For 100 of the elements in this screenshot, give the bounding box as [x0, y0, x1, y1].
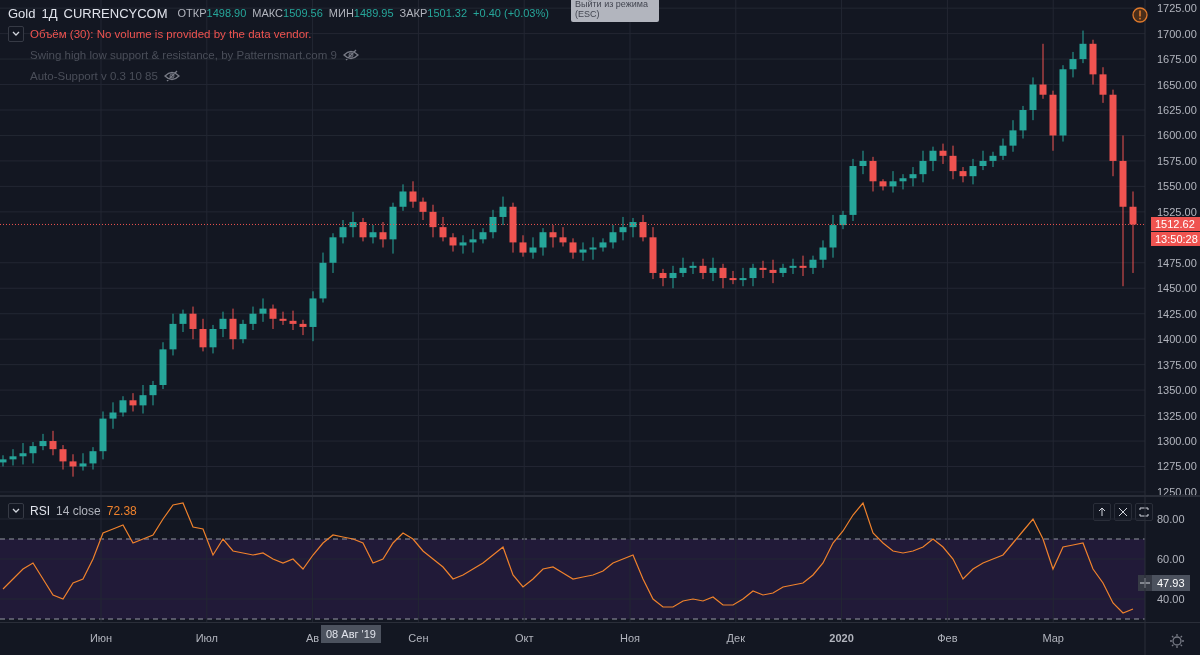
candle	[509, 202, 517, 254]
candle	[169, 313, 177, 356]
candle	[149, 380, 157, 406]
candle	[159, 341, 167, 390]
candle	[819, 239, 827, 269]
candle	[119, 395, 127, 418]
candle	[799, 255, 807, 277]
eye-crossed-icon[interactable]	[342, 49, 359, 61]
ohlc-label: МИН	[328, 7, 354, 19]
candle	[309, 290, 317, 342]
chevron-down-icon[interactable]	[12, 31, 20, 37]
candle	[59, 444, 67, 471]
candle	[1019, 105, 1027, 139]
candle	[769, 259, 777, 284]
axis-label: 1525.00	[1157, 205, 1197, 218]
candle	[129, 392, 137, 412]
countdown-label: 13:50:28	[1151, 232, 1200, 247]
candle	[39, 433, 47, 451]
candle	[379, 221, 387, 248]
candle	[239, 319, 247, 344]
rsi-name: RSI	[30, 504, 50, 518]
candle	[289, 310, 297, 331]
candle	[729, 270, 737, 285]
candle	[389, 202, 397, 255]
ohlc-label: МАКС	[252, 7, 284, 19]
candle	[9, 448, 17, 466]
ohlc-value: 1489.95	[353, 7, 394, 19]
candle	[79, 452, 87, 472]
settings-icon[interactable]	[1169, 633, 1185, 649]
ohlc-value: 1509.56	[283, 7, 323, 19]
candle	[619, 216, 627, 241]
axis-label: 1300.00	[1157, 435, 1197, 447]
candle	[209, 324, 217, 354]
candle	[259, 297, 267, 323]
candle	[359, 217, 367, 242]
candle	[369, 224, 377, 244]
candle	[939, 143, 947, 165]
time-axis-label: Дек	[726, 632, 745, 644]
candle	[1099, 66, 1107, 104]
candle	[639, 214, 647, 242]
candle	[759, 260, 767, 279]
warning-icon[interactable]	[1132, 7, 1148, 23]
close-icon[interactable]	[1118, 507, 1128, 517]
axis-label: 40.00	[1157, 593, 1185, 605]
candle	[489, 209, 497, 239]
candle	[299, 319, 307, 336]
candle	[599, 237, 607, 253]
candle	[659, 268, 667, 287]
candle	[1069, 51, 1077, 78]
candle	[1089, 39, 1097, 86]
tooltip-text: Выйти из режима	[575, 0, 649, 9]
candle	[649, 226, 657, 280]
candle	[919, 150, 927, 183]
candle	[559, 226, 567, 247]
candle	[459, 234, 467, 255]
candle	[439, 216, 447, 242]
chevron-down-icon[interactable]	[12, 508, 20, 514]
crosshair-date-label: 08 Авг '19	[321, 625, 381, 643]
axis-label: 1400.00	[1157, 333, 1197, 346]
candle	[849, 158, 857, 222]
candle	[1079, 30, 1087, 64]
axis-label: 1450.00	[1157, 282, 1197, 295]
axis-label: 1275.00	[1157, 460, 1197, 473]
maximize-icon[interactable]	[1139, 507, 1149, 517]
candle	[349, 211, 357, 238]
interval: 1Д	[41, 5, 58, 21]
candle	[719, 263, 727, 289]
time-axis-label: Фев	[937, 632, 958, 644]
candle	[449, 232, 457, 253]
ohlc-label: ОТКР	[177, 7, 207, 19]
candle	[989, 151, 997, 168]
axis-label: 60.00	[1157, 553, 1185, 565]
candle	[49, 430, 57, 456]
collapse-button[interactable]	[8, 503, 24, 519]
rsi-value: 72.38	[106, 504, 137, 518]
up-arrow-icon[interactable]	[1097, 507, 1107, 517]
candle	[499, 196, 507, 226]
candle	[1029, 76, 1037, 121]
axis-label: 1725.00	[1157, 2, 1197, 15]
ohlc-value: 1498.90	[206, 7, 247, 19]
candle	[969, 158, 977, 185]
eye-crossed-icon[interactable]	[163, 70, 180, 82]
axis-label: 1625.00	[1157, 104, 1197, 116]
candle	[839, 210, 847, 230]
candle	[539, 227, 547, 257]
axis-label: 1575.00	[1157, 154, 1197, 167]
candle	[829, 214, 837, 259]
candle	[879, 178, 887, 191]
volume-error-message: Объём (30): No volume is provided by the data vendor.	[30, 28, 312, 40]
axis-label: 1350.00	[1157, 384, 1197, 397]
tooltip-text: (ESC)	[575, 9, 601, 19]
axis-label: 80.00	[1157, 513, 1185, 525]
candle	[339, 219, 347, 244]
collapse-button[interactable]	[8, 26, 24, 42]
candle	[949, 145, 957, 180]
candle	[859, 150, 867, 175]
candle	[889, 170, 897, 193]
candle	[689, 261, 697, 275]
price-change: +0.40 (+0.03%)	[473, 7, 549, 19]
time-axis-label: 2020	[829, 632, 854, 644]
